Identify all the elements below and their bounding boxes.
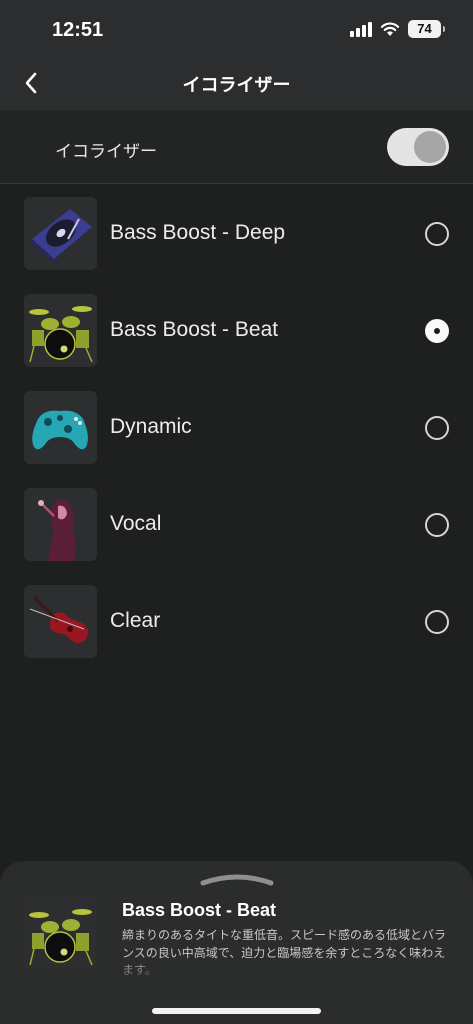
status-icons: 74 <box>350 20 445 38</box>
preset-detail-sheet: Bass Boost - Beat 締まりのあるタイトな重低音。スピード感のある… <box>0 861 473 1024</box>
preset-item-bass-boost-beat[interactable]: Bass Boost - Beat <box>0 294 473 391</box>
preset-label: Clear <box>110 609 161 632</box>
preset-radio[interactable] <box>425 416 449 440</box>
game-controller-icon <box>24 391 97 464</box>
preset-radio[interactable] <box>425 222 449 246</box>
preset-radio-selected[interactable] <box>425 319 449 343</box>
home-indicator <box>152 1008 321 1014</box>
sheet-handle[interactable] <box>199 873 275 887</box>
preset-label: Bass Boost - Deep <box>110 221 286 244</box>
violin-icon <box>24 585 97 658</box>
preset-label: Vocal <box>110 512 162 535</box>
equalizer-toggle-label: イコライザー <box>55 142 157 161</box>
toggle-knob <box>414 131 446 163</box>
preset-radio[interactable] <box>425 610 449 634</box>
nav-bar: 12:51 74 イコライザー <box>0 0 473 110</box>
drum-kit-icon <box>24 897 97 970</box>
preset-label: Bass Boost - Beat <box>110 318 279 341</box>
singer-icon <box>24 488 97 561</box>
detail-description: 締まりのあるタイトな重低音。スピード感のある低域とバランスの良い中高域で、迫力と… <box>122 928 447 977</box>
chevron-up-icon <box>200 874 274 886</box>
page-title: イコライザー <box>182 75 291 95</box>
preset-item-clear[interactable]: Clear <box>0 585 473 682</box>
drum-kit-icon <box>24 294 97 367</box>
detail-title: Bass Boost - Beat <box>122 900 277 920</box>
status-time: 12:51 <box>52 19 104 41</box>
preset-item-bass-boost-deep[interactable]: Bass Boost - Deep <box>0 197 473 294</box>
preset-radio[interactable] <box>425 513 449 537</box>
turntable-icon <box>24 197 97 270</box>
preset-label: Dynamic <box>110 415 192 438</box>
battery-icon: 74 <box>408 20 445 38</box>
cellular-signal-icon <box>350 21 372 37</box>
wifi-icon <box>380 22 400 36</box>
preset-item-dynamic[interactable]: Dynamic <box>0 391 473 488</box>
preset-item-vocal[interactable]: Vocal <box>0 488 473 585</box>
equalizer-toggle-switch[interactable] <box>387 128 449 166</box>
